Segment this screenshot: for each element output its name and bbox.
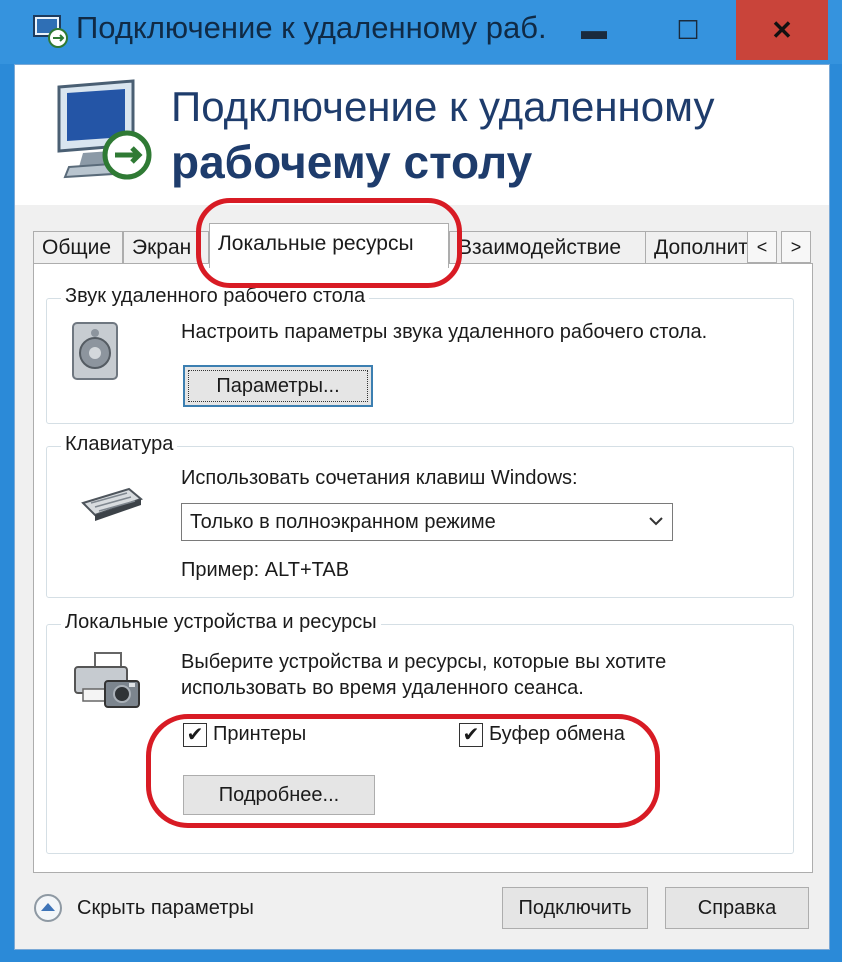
- minimize-button[interactable]: ▬: [548, 0, 640, 60]
- close-button[interactable]: ✕: [736, 0, 828, 60]
- header-banner: Подключение к удаленному рабочему столу: [15, 65, 829, 205]
- tab-local-resources[interactable]: Локальные ресурсы: [209, 223, 449, 268]
- window-title: Подключение к удаленному раб...: [76, 10, 546, 45]
- tab-scroll-right-button[interactable]: >: [781, 231, 811, 263]
- more-devices-button[interactable]: Подробнее...: [183, 775, 375, 815]
- local-resources-panel: Звук удаленного рабочего стола Настроить…: [33, 263, 813, 873]
- printers-label[interactable]: Принтеры: [213, 723, 306, 746]
- printers-checkbox[interactable]: ✔: [183, 723, 207, 747]
- speaker-icon: [72, 322, 118, 380]
- audio-description: Настроить параметры звука удаленного раб…: [181, 321, 708, 343]
- chevron-up-circle-icon[interactable]: [33, 893, 63, 923]
- clipboard-checkbox[interactable]: ✔: [459, 723, 483, 747]
- remote-desktop-icon: [33, 15, 68, 48]
- hide-options-toggle[interactable]: Скрыть параметры: [33, 893, 293, 925]
- audio-group-title: Звук удаленного рабочего стола: [61, 285, 370, 308]
- devices-group-title: Локальные устройства и ресурсы: [61, 611, 381, 634]
- devices-description-line2: использовать во время удаленного сеанса.: [181, 677, 584, 699]
- tab-scroll-left-button[interactable]: <: [747, 231, 777, 263]
- tab-general[interactable]: Общие: [33, 231, 123, 264]
- connect-button[interactable]: Подключить: [502, 887, 648, 929]
- keyboard-group: Клавиатура Использовать сочетания клавиш…: [46, 433, 794, 598]
- hide-options-label[interactable]: Скрыть параметры: [77, 897, 254, 920]
- keyboard-example: Пример: ALT+TAB: [181, 559, 350, 581]
- tab-advanced[interactable]: Дополнит: [645, 231, 753, 264]
- audio-group: Звук удаленного рабочего стола Настроить…: [46, 285, 794, 424]
- banner-title-line2: рабочему столу: [171, 136, 533, 188]
- help-button[interactable]: Справка: [665, 887, 809, 929]
- title-bar[interactable]: Подключение к удаленному раб... ▬ ☐ ✕: [0, 0, 842, 64]
- dialog-client-area: Подключение к удаленному рабочему столу …: [14, 64, 830, 950]
- keyboard-mode-select[interactable]: Только в полноэкранном режиме: [181, 503, 673, 541]
- tab-display[interactable]: Экран: [123, 231, 209, 264]
- keyboard-mode-value: Только в полноэкранном режиме: [190, 511, 496, 533]
- keyboard-group-title: Клавиатура: [61, 433, 178, 456]
- chevron-down-icon: [649, 517, 663, 526]
- rdp-window: Подключение к удаленному раб... ▬ ☐ ✕ По…: [0, 0, 842, 962]
- audio-settings-button[interactable]: Параметры...: [183, 365, 373, 407]
- keyboard-icon: [81, 487, 143, 521]
- keyboard-combo-label: Использовать сочетания клавиш Windows:: [181, 467, 578, 489]
- maximize-button[interactable]: ☐: [642, 0, 734, 60]
- tab-experience[interactable]: Взаимодействие: [449, 231, 647, 264]
- printer-camera-icon: [74, 652, 140, 708]
- devices-description-line1: Выберите устройства и ресурсы, которые в…: [181, 651, 667, 673]
- remote-desktop-monitor-icon: [57, 79, 152, 180]
- clipboard-label[interactable]: Буфер обмена: [489, 723, 625, 746]
- banner-title-line1: Подключение к удаленному: [171, 83, 715, 130]
- devices-group: Локальные устройства и ресурсы Выберите …: [46, 611, 794, 854]
